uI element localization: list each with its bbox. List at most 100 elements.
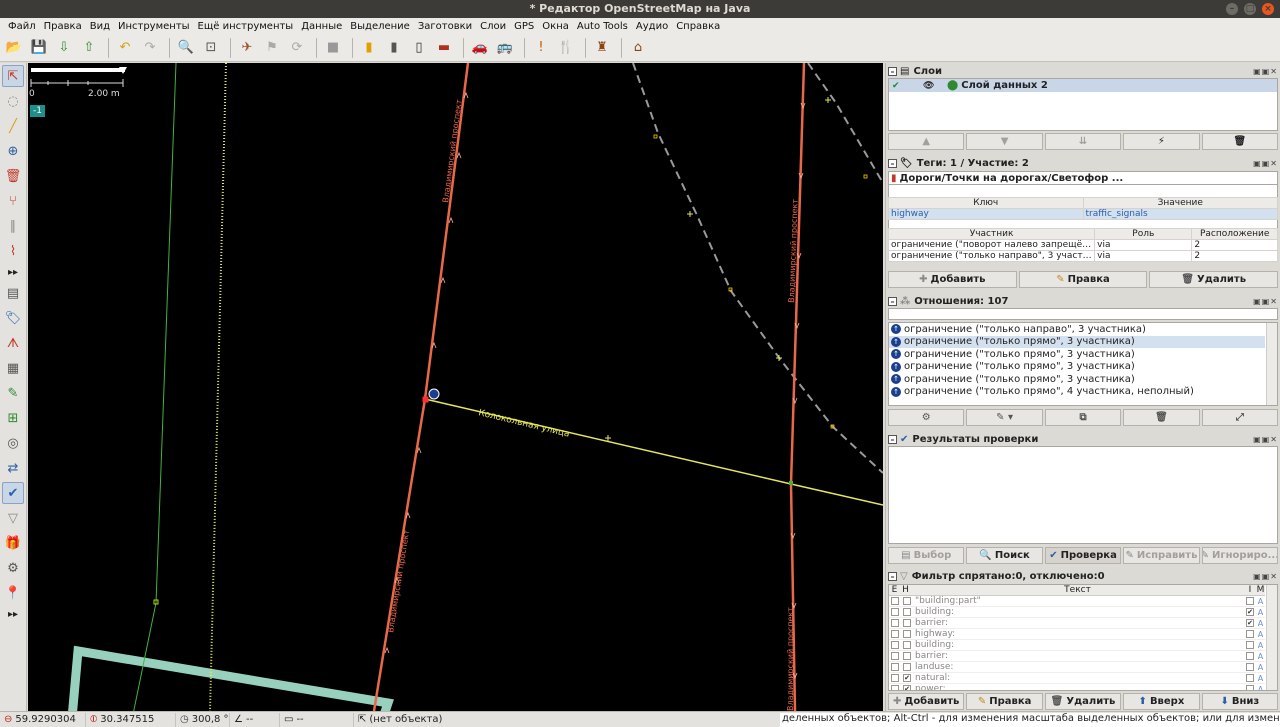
filter-col-i[interactable]: I bbox=[1244, 585, 1256, 595]
minimap-button[interactable]: ◎ bbox=[2, 432, 24, 454]
menu-item[interactable]: Слои bbox=[476, 21, 510, 32]
road-yellow-button[interactable]: ▮ bbox=[358, 37, 380, 59]
imagery-button[interactable]: ⚑ bbox=[261, 37, 283, 59]
preset-row[interactable]: ▮ Дороги/Точки на дорогах/Светофор ... bbox=[888, 171, 1278, 185]
filter-delete-button[interactable]: 🗑 Удалить bbox=[1044, 693, 1122, 710]
filter-up-button[interactable]: ⬆ Вверх bbox=[1123, 693, 1200, 710]
open-button[interactable]: 📂 bbox=[3, 37, 25, 59]
filter-edit-button[interactable]: ✎ Правка bbox=[966, 693, 1043, 710]
measurement-button[interactable]: ⚙ bbox=[2, 557, 24, 579]
validation-check-button[interactable]: ✔ Проверка bbox=[1044, 547, 1122, 564]
maximize-button[interactable]: □ bbox=[1244, 3, 1256, 15]
select-list-button[interactable]: ▦ bbox=[2, 357, 24, 379]
relation-edit-button[interactable]: ✎ ▾ bbox=[966, 409, 1043, 426]
menu-item[interactable]: Данные bbox=[297, 21, 346, 32]
collapse-icon[interactable]: – bbox=[888, 571, 897, 581]
panel-controls-icon[interactable]: ▣▣✕ bbox=[1253, 159, 1278, 168]
panel-controls-icon[interactable]: ▣▣✕ bbox=[1253, 67, 1278, 76]
menu-item[interactable]: Окна bbox=[538, 21, 573, 32]
delete-tool-button[interactable]: 🗑 bbox=[2, 165, 24, 187]
filter-mode[interactable]: A bbox=[1256, 674, 1265, 683]
filter-enable-checkbox[interactable] bbox=[891, 674, 899, 682]
table-row[interactable]: ✔ natural: A bbox=[889, 673, 1265, 684]
menu-item[interactable]: Заготовки bbox=[414, 21, 476, 32]
download-button[interactable]: ⇩ bbox=[53, 37, 75, 59]
relations-panel-header[interactable]: – ⁂ Отношения: 107 ▣▣✕ bbox=[888, 294, 1278, 308]
restaurant-button[interactable]: 🍴 bbox=[555, 37, 577, 59]
filter-mode[interactable]: A bbox=[1256, 630, 1265, 639]
close-button[interactable]: × bbox=[1262, 3, 1274, 15]
list-item[interactable]: ↑ ограничение ("только прямо", 3 участник… bbox=[889, 361, 1265, 374]
filter-hide-checkbox[interactable] bbox=[903, 597, 911, 605]
filter-enable-checkbox[interactable] bbox=[891, 685, 899, 690]
panel-controls-icon[interactable]: ▣▣✕ bbox=[1253, 435, 1278, 444]
collapse-icon[interactable]: – bbox=[888, 66, 897, 76]
building-button[interactable]: ■ bbox=[322, 37, 344, 59]
changeset-button[interactable]: 🎁 bbox=[2, 532, 24, 554]
panel-controls-icon[interactable]: ▣▣✕ bbox=[1253, 572, 1278, 581]
menu-item[interactable]: Выделение bbox=[346, 21, 414, 32]
menu-item[interactable]: Правка bbox=[40, 21, 86, 32]
zoom-data-button[interactable]: ⊡ bbox=[200, 37, 222, 59]
layer-visibility-button[interactable]: ⚡ bbox=[1123, 133, 1200, 150]
relation-button[interactable]: ᗑ bbox=[2, 332, 24, 354]
filter-invert-checkbox[interactable] bbox=[1246, 674, 1254, 682]
tag-delete-button[interactable]: 🗑 Удалить bbox=[1149, 271, 1279, 288]
redo-button[interactable]: ↷ bbox=[139, 37, 161, 59]
poi-button[interactable]: 📍 bbox=[2, 582, 24, 604]
filter-button[interactable]: ▽ bbox=[2, 507, 24, 529]
zoom-selection-button[interactable]: 🔍 bbox=[175, 37, 197, 59]
filter-enable-checkbox[interactable] bbox=[891, 597, 899, 605]
filter-col-m[interactable]: M bbox=[1256, 585, 1265, 595]
castle-button[interactable]: ♜ bbox=[591, 37, 613, 59]
menu-item[interactable]: Инструменты bbox=[114, 21, 194, 32]
validation-ignore-button[interactable]: ✎Игнориро... bbox=[1201, 547, 1279, 564]
filter-hide-checkbox[interactable]: ✔ bbox=[903, 685, 911, 690]
col-position[interactable]: Расположение bbox=[1191, 228, 1278, 240]
filter-hide-checkbox[interactable] bbox=[903, 608, 911, 616]
tag-add-button[interactable]: ✚ Добавить bbox=[888, 271, 1017, 288]
filter-col-h[interactable]: H bbox=[900, 585, 911, 595]
table-row[interactable]: building: A bbox=[889, 640, 1265, 651]
improve-way-tool-button[interactable]: ⌇ bbox=[2, 240, 24, 262]
validator-button[interactable]: ✔ bbox=[2, 482, 24, 504]
filter-mode[interactable]: A bbox=[1256, 619, 1265, 628]
filter-enable-checkbox[interactable] bbox=[891, 652, 899, 660]
brick-button[interactable]: ▬ bbox=[433, 37, 455, 59]
filter-mode[interactable]: A bbox=[1256, 685, 1265, 691]
validation-search-button[interactable]: 🔍 Поиск bbox=[966, 547, 1043, 564]
tags-panel-header[interactable]: – 🏷 Теги: 1 / Участие: 2 ▣▣✕ bbox=[888, 156, 1278, 170]
filter-hide-checkbox[interactable] bbox=[903, 652, 911, 660]
menu-item[interactable]: GPS bbox=[510, 21, 538, 32]
validation-select-button[interactable]: ▤ Выбор bbox=[888, 547, 965, 564]
list-item[interactable]: ↑ ограничение ("только прямо", 4 участник… bbox=[889, 386, 1265, 399]
map-view[interactable]: Колокольная улица Владимирский проспект … bbox=[28, 63, 883, 711]
filter-invert-checkbox[interactable] bbox=[1246, 685, 1254, 690]
relation-duplicate-button[interactable]: ⧉ bbox=[1044, 409, 1122, 426]
filter-down-button[interactable]: ⬇ Вниз bbox=[1201, 693, 1279, 710]
undo-button[interactable]: ↶ bbox=[114, 37, 136, 59]
table-row[interactable]: barrier: A bbox=[889, 651, 1265, 662]
filter-enable-checkbox[interactable] bbox=[891, 641, 899, 649]
lasso-tool-button[interactable]: ◌ bbox=[2, 90, 24, 112]
layer-delete-button[interactable]: 🗑 bbox=[1201, 133, 1279, 150]
tag-value[interactable]: traffic_signals bbox=[1082, 208, 1278, 220]
filter-invert-checkbox[interactable] bbox=[1246, 597, 1254, 605]
commands-button[interactable]: ⇄ bbox=[2, 457, 24, 479]
layer-list-button[interactable]: ▤ bbox=[2, 282, 24, 304]
map-canvas[interactable]: Колокольная улица Владимирский проспект … bbox=[28, 63, 883, 711]
filter-mode[interactable]: A bbox=[1256, 597, 1265, 606]
list-item[interactable]: ↑ ограничение ("только направо", 3 участн… bbox=[889, 323, 1265, 336]
collapse-icon[interactable]: – bbox=[888, 434, 897, 444]
car-button[interactable]: 🚗 bbox=[469, 37, 491, 59]
filter-invert-checkbox[interactable]: ✔ bbox=[1246, 608, 1254, 616]
filter-hide-checkbox[interactable] bbox=[903, 641, 911, 649]
layer-eye-icon[interactable]: 👁 bbox=[923, 81, 934, 91]
table-row[interactable]: ограничение ("только направо", 3 участни… bbox=[887, 250, 1278, 262]
road-grey-button[interactable]: ▮ bbox=[383, 37, 405, 59]
more-tools-button[interactable]: ▸▸ bbox=[2, 607, 24, 621]
parallel-tool-button[interactable]: ∥ bbox=[2, 215, 24, 237]
filter-scrollbar[interactable] bbox=[1266, 585, 1277, 690]
split-tool-button[interactable]: ⑂ bbox=[2, 190, 24, 212]
filter-enable-checkbox[interactable] bbox=[891, 630, 899, 638]
